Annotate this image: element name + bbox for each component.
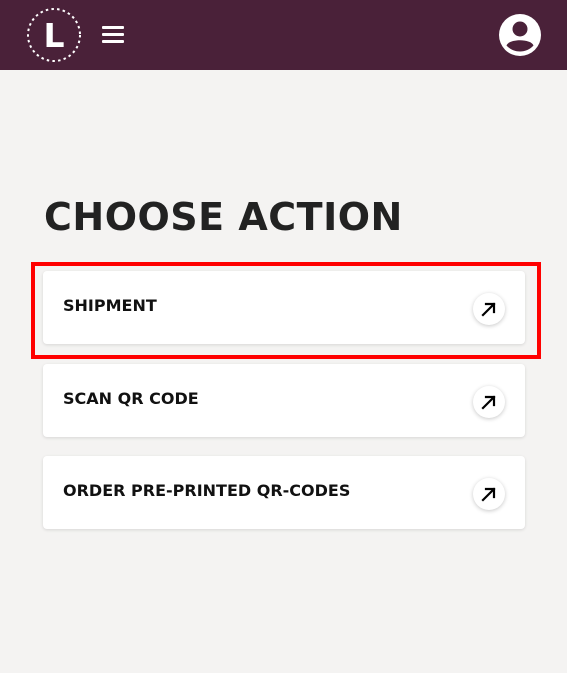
page-title: CHOOSE ACTION — [44, 195, 403, 239]
scan-qr-code-label: SCAN QR CODE — [63, 389, 199, 408]
top-navigation-bar: L — [0, 0, 567, 70]
order-qr-codes-action-card[interactable]: ORDER PRE-PRINTED QR-CODES — [43, 456, 525, 529]
brand-logo-icon[interactable]: L — [25, 6, 83, 64]
arrow-up-right-icon[interactable] — [473, 293, 505, 325]
user-avatar-icon[interactable] — [498, 13, 542, 57]
shipment-label: SHIPMENT — [63, 296, 157, 315]
logo-letter: L — [43, 16, 64, 55]
shipment-action-card[interactable]: SHIPMENT — [43, 271, 525, 344]
hamburger-menu-icon[interactable] — [102, 24, 126, 46]
arrow-up-right-icon[interactable] — [473, 478, 505, 510]
scan-qr-code-action-card[interactable]: SCAN QR CODE — [43, 364, 525, 437]
order-qr-codes-label: ORDER PRE-PRINTED QR-CODES — [63, 481, 351, 500]
arrow-up-right-icon[interactable] — [473, 386, 505, 418]
